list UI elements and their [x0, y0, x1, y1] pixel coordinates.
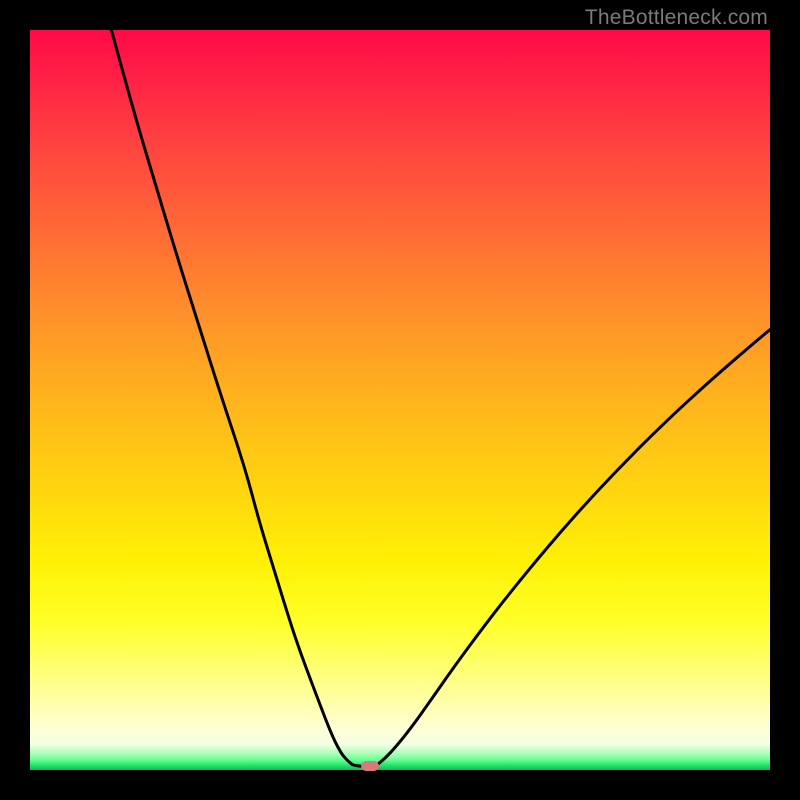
chart-frame: TheBottleneck.com	[0, 0, 800, 800]
curve-path	[111, 30, 770, 766]
watermark-text: TheBottleneck.com	[585, 6, 768, 30]
bottleneck-curve	[30, 30, 770, 770]
plot-area	[30, 30, 770, 770]
optimum-marker	[361, 761, 379, 771]
